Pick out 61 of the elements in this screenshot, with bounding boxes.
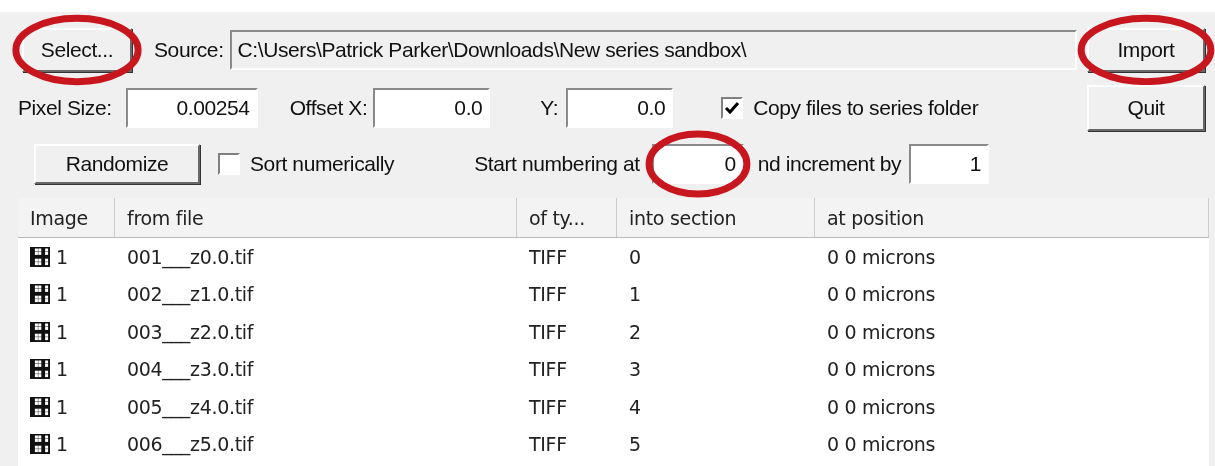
table-cell: 1 <box>56 283 68 306</box>
table-cell: 002___z1.0.tif <box>127 283 254 306</box>
table-cell: 3 <box>629 358 641 381</box>
table-cell: 0 0 microns <box>827 358 936 381</box>
checkmark-icon <box>724 101 741 115</box>
table-cell: 0 <box>629 245 641 268</box>
table-cell: 004___z3.0.tif <box>127 358 254 381</box>
table-cell: TIFF <box>529 320 567 343</box>
table-cell: TIFF <box>529 395 567 418</box>
checkbox[interactable] <box>721 97 744 119</box>
column-header[interactable]: of ty... <box>517 198 617 237</box>
checkbox-label: Copy files to series folder <box>753 96 979 120</box>
offset-y-label: Y: <box>540 96 559 120</box>
offset-x-field[interactable]: 0.0 <box>373 88 491 128</box>
column-header[interactable]: into section <box>617 198 815 237</box>
table-cell: TIFF <box>529 283 567 306</box>
image-thumbnail-icon <box>30 321 50 342</box>
pixel-size-field[interactable]: 0.00254 <box>125 88 258 128</box>
start-numbering-label: Start numbering at <box>474 152 640 176</box>
table-cell: 001___z0.0.tif <box>127 245 254 268</box>
table-cell: 1 <box>56 320 68 343</box>
table-cell: 0 0 microns <box>827 433 936 456</box>
randomize-button[interactable]: Randomize <box>34 144 200 184</box>
source-path-field: C:\Users\Patrick Parker\Downloads\New series sandbox\ <box>229 30 1077 70</box>
table-cell: 1 <box>56 395 68 418</box>
table-cell: 1 <box>56 245 68 268</box>
table-cell: 2 <box>629 320 641 343</box>
checkbox[interactable] <box>218 153 240 175</box>
table-cell: TIFF <box>529 433 567 456</box>
table-cell: 006___z5.0.tif <box>127 433 254 456</box>
source-label: Source: <box>154 38 224 62</box>
table-cell: 1 <box>629 283 641 306</box>
checkbox-label: Sort numerically <box>250 152 395 176</box>
column-header[interactable]: from file <box>115 198 517 237</box>
image-thumbnail-icon <box>30 284 50 305</box>
image-thumbnail-icon <box>30 246 50 267</box>
table-cell: 1 <box>56 358 68 381</box>
pixel-size-label: Pixel Size: <box>18 96 112 120</box>
increment-field[interactable]: 1 <box>909 144 990 184</box>
offset-x-label: Offset X: <box>289 96 368 120</box>
table-cell: 1 <box>56 433 68 456</box>
table-cell: TIFF <box>529 358 567 381</box>
table-cell: 0 0 microns <box>827 320 936 343</box>
table-cell: 003___z2.0.tif <box>127 320 254 343</box>
image-thumbnail-icon <box>30 434 50 455</box>
column-header[interactable]: at position <box>815 198 1209 237</box>
quit-button[interactable]: Quit <box>1087 85 1205 131</box>
table-cell: 0 0 microns <box>827 395 936 418</box>
table-cell: 005___z4.0.tif <box>127 395 254 418</box>
table-cell: 0 0 microns <box>827 283 936 306</box>
increment-label: nd increment by <box>757 152 902 176</box>
offset-y-field[interactable]: 0.0 <box>566 88 674 128</box>
table-cell: 4 <box>629 395 641 418</box>
column-header[interactable]: Image <box>18 198 115 237</box>
image-thumbnail-icon <box>30 396 50 417</box>
table-cell: TIFF <box>529 245 567 268</box>
import-button[interactable]: Import <box>1087 28 1205 72</box>
image-thumbnail-icon <box>30 359 50 380</box>
table-cell: 0 0 microns <box>827 245 936 268</box>
select-button[interactable]: Select... <box>22 28 132 72</box>
table-cell: 5 <box>629 433 641 456</box>
